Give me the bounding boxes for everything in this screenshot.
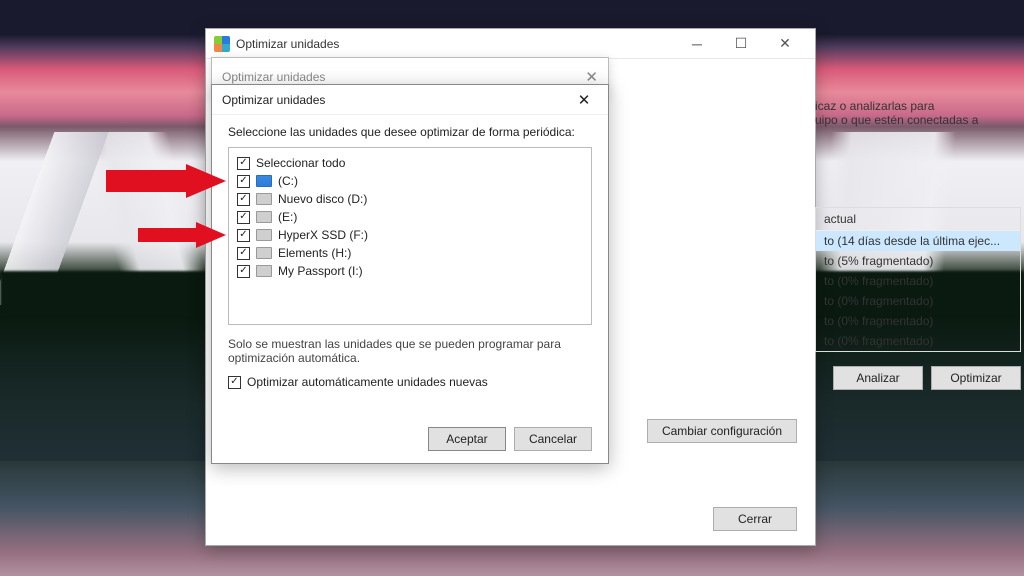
close-main-button[interactable]: Cerrar	[713, 507, 797, 531]
status-header: actual	[816, 208, 1020, 231]
maximize-button[interactable]: ☐	[719, 29, 763, 59]
status-row[interactable]: to (0% fragmentado)	[816, 331, 1020, 351]
system-disk-icon	[256, 175, 272, 187]
drive-checkbox[interactable]	[237, 193, 250, 206]
disk-icon	[256, 211, 272, 223]
drive-label: Nuevo disco (D:)	[278, 192, 367, 206]
auto-optimize-label: Optimizar automáticamente unidades nueva…	[247, 375, 488, 389]
drive-checkbox[interactable]	[237, 175, 250, 188]
mid-dialog-title: Optimizar unidades	[222, 70, 325, 84]
annotation-arrow-icon	[106, 164, 226, 198]
auto-optimize-checkbox[interactable]	[228, 376, 241, 389]
select-all-row[interactable]: Seleccionar todo	[235, 154, 585, 172]
minimize-button[interactable]: ─	[675, 29, 719, 59]
status-row[interactable]: to (0% fragmentado)	[816, 311, 1020, 331]
drive-checkbox[interactable]	[237, 211, 250, 224]
disk-icon	[256, 229, 272, 241]
drive-checkbox[interactable]	[237, 229, 250, 242]
select-all-label: Seleccionar todo	[256, 156, 345, 170]
select-all-checkbox[interactable]	[237, 157, 250, 170]
disk-icon	[256, 247, 272, 259]
drive-label: HyperX SSD (F:)	[278, 228, 368, 242]
analyze-button[interactable]: Analizar	[833, 366, 923, 390]
drive-label: (E:)	[278, 210, 297, 224]
drive-label: Elements (H:)	[278, 246, 351, 260]
ok-button[interactable]: Aceptar	[428, 427, 506, 451]
dialog-title: Optimizar unidades	[222, 93, 570, 107]
main-window-title: Optimizar unidades	[236, 37, 675, 51]
dialog-instruction: Seleccione las unidades que desee optimi…	[228, 125, 592, 139]
drive-row[interactable]: (C:)	[235, 172, 585, 190]
main-desc-line2: uipo o que estén conectadas a	[815, 113, 1021, 127]
drive-label: (C:)	[278, 174, 298, 188]
window-controls: ─ ☐ ✕	[675, 29, 807, 59]
select-drives-dialog: Optimizar unidades ✕ Seleccione las unid…	[211, 84, 609, 464]
optimize-button[interactable]: Optimizar	[931, 366, 1021, 390]
app-icon	[214, 36, 230, 52]
status-row[interactable]: to (0% fragmentado)	[816, 271, 1020, 291]
close-button[interactable]: ✕	[763, 29, 807, 59]
drive-label: My Passport (I:)	[278, 264, 363, 278]
status-row[interactable]: to (14 días desde la última ejec...	[816, 231, 1020, 251]
annotation-arrow-icon	[138, 222, 226, 248]
status-row[interactable]: to (5% fragmentado)	[816, 251, 1020, 271]
drive-checkbox[interactable]	[237, 265, 250, 278]
main-titlebar[interactable]: Optimizar unidades ─ ☐ ✕	[206, 29, 815, 59]
drive-row[interactable]: HyperX SSD (F:)	[235, 226, 585, 244]
drive-row[interactable]: (E:)	[235, 208, 585, 226]
main-desc-line1: icaz o analizarlas para	[815, 99, 1021, 113]
change-config-button[interactable]: Cambiar configuración	[647, 419, 797, 443]
cancel-button[interactable]: Cancelar	[514, 427, 592, 451]
auto-optimize-row[interactable]: Optimizar automáticamente unidades nueva…	[228, 375, 592, 389]
dialog-note: Solo se muestran las unidades que se pue…	[228, 337, 592, 365]
dialog-close-button[interactable]: ✕	[570, 86, 598, 114]
dialog-titlebar[interactable]: Optimizar unidades ✕	[212, 85, 608, 115]
disk-icon	[256, 193, 272, 205]
drive-row[interactable]: Nuevo disco (D:)	[235, 190, 585, 208]
disk-icon	[256, 265, 272, 277]
drives-listbox: Seleccionar todo (C:) Nuevo disco (D:) (…	[228, 147, 592, 325]
drive-checkbox[interactable]	[237, 247, 250, 260]
drive-row[interactable]: My Passport (I:)	[235, 262, 585, 280]
drive-row[interactable]: Elements (H:)	[235, 244, 585, 262]
status-table: actual to (14 días desde la última ejec.…	[815, 207, 1021, 352]
status-row[interactable]: to (0% fragmentado)	[816, 291, 1020, 311]
